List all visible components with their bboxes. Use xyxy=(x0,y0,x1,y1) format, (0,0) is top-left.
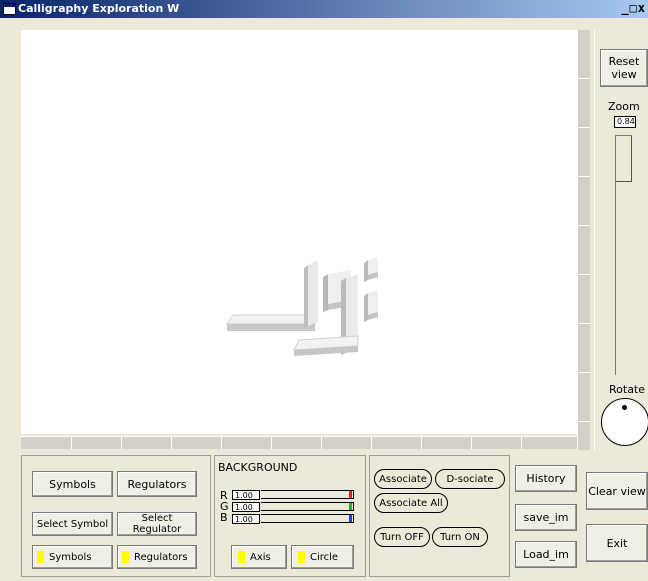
associate-button[interactable]: Associate xyxy=(374,469,432,489)
r-slider-thumb[interactable] xyxy=(349,491,352,498)
dissociate-button[interactable]: D-sociate xyxy=(435,469,505,489)
yellow-swatch-icon xyxy=(122,551,129,563)
r-slider[interactable] xyxy=(261,490,354,499)
yellow-swatch-icon xyxy=(37,551,44,563)
zoom-slider-thumb[interactable] xyxy=(616,136,632,182)
horizontal-ruler[interactable] xyxy=(21,436,577,449)
title-bar: Calligraphy Exploration W _□x xyxy=(0,0,648,18)
axis-toggle-label: Axis xyxy=(250,551,271,563)
g-slider[interactable] xyxy=(261,502,354,511)
r-value[interactable]: 1.00 xyxy=(232,490,260,500)
select-symbol-button[interactable]: Select Symbol xyxy=(32,512,113,536)
symbols-toggle[interactable]: Symbols xyxy=(32,545,113,569)
window-icon xyxy=(3,3,16,15)
associate-panel: Associate D-sociate Associate All Turn O… xyxy=(369,455,510,577)
calligraphy-shape-view xyxy=(226,257,378,356)
load-image-button[interactable]: Load_im xyxy=(515,541,577,568)
drawing-canvas[interactable] xyxy=(21,30,577,434)
turn-off-button[interactable]: Turn OFF xyxy=(374,527,430,547)
zoom-slider-track[interactable] xyxy=(615,135,632,375)
g-value[interactable]: 1.00 xyxy=(232,502,260,512)
yellow-swatch-icon xyxy=(298,551,305,563)
symbols-button[interactable]: Symbols xyxy=(32,471,113,497)
symbols-toggle-label: Symbols xyxy=(49,551,92,563)
g-slider-thumb[interactable] xyxy=(349,503,352,510)
vertical-ruler[interactable] xyxy=(577,30,590,450)
circle-toggle[interactable]: Circle xyxy=(291,545,354,569)
background-title: BACKGROUND xyxy=(218,461,298,474)
regulators-button[interactable]: Regulators xyxy=(117,471,197,497)
axis-toggle[interactable]: Axis xyxy=(231,545,287,569)
associate-all-button[interactable]: Associate All xyxy=(374,493,448,513)
history-button[interactable]: History xyxy=(515,465,577,492)
save-image-button[interactable]: save_im xyxy=(515,504,577,531)
rotate-dial-marker xyxy=(622,405,627,410)
b-slider-thumb[interactable] xyxy=(349,515,352,522)
zoom-value[interactable]: 0.84 xyxy=(614,116,636,128)
rotate-label: Rotate xyxy=(609,383,646,396)
view-controls-panel: Reset view Zoom 0.84 Rotate xyxy=(594,30,648,450)
b-value[interactable]: 1.00 xyxy=(232,514,260,524)
yellow-swatch-icon xyxy=(238,551,245,563)
turn-on-button[interactable]: Turn ON xyxy=(432,527,488,547)
zoom-label: Zoom xyxy=(608,100,640,113)
b-slider[interactable] xyxy=(261,514,354,523)
symbols-panel: Symbols Regulators Select Symbol Select … xyxy=(21,455,211,577)
select-regulator-button[interactable]: Select Regulator xyxy=(117,512,197,536)
window-title: Calligraphy Exploration W xyxy=(18,2,180,15)
regulators-toggle[interactable]: Regulators xyxy=(117,545,197,569)
window-controls[interactable]: _□x xyxy=(621,1,646,15)
clear-view-button[interactable]: Clear view xyxy=(586,472,648,510)
circle-toggle-label: Circle xyxy=(310,551,339,563)
b-label: B xyxy=(220,511,228,524)
exit-button[interactable]: Exit xyxy=(586,524,648,562)
reset-view-button[interactable]: Reset view xyxy=(600,49,648,87)
calligraphy-3d-shape xyxy=(226,257,378,356)
regulators-toggle-label: Regulators xyxy=(134,551,188,563)
rotate-dial[interactable] xyxy=(601,398,648,446)
background-panel: BACKGROUND R G B 1.00 1.00 1.00 Axis Cir… xyxy=(214,455,366,577)
